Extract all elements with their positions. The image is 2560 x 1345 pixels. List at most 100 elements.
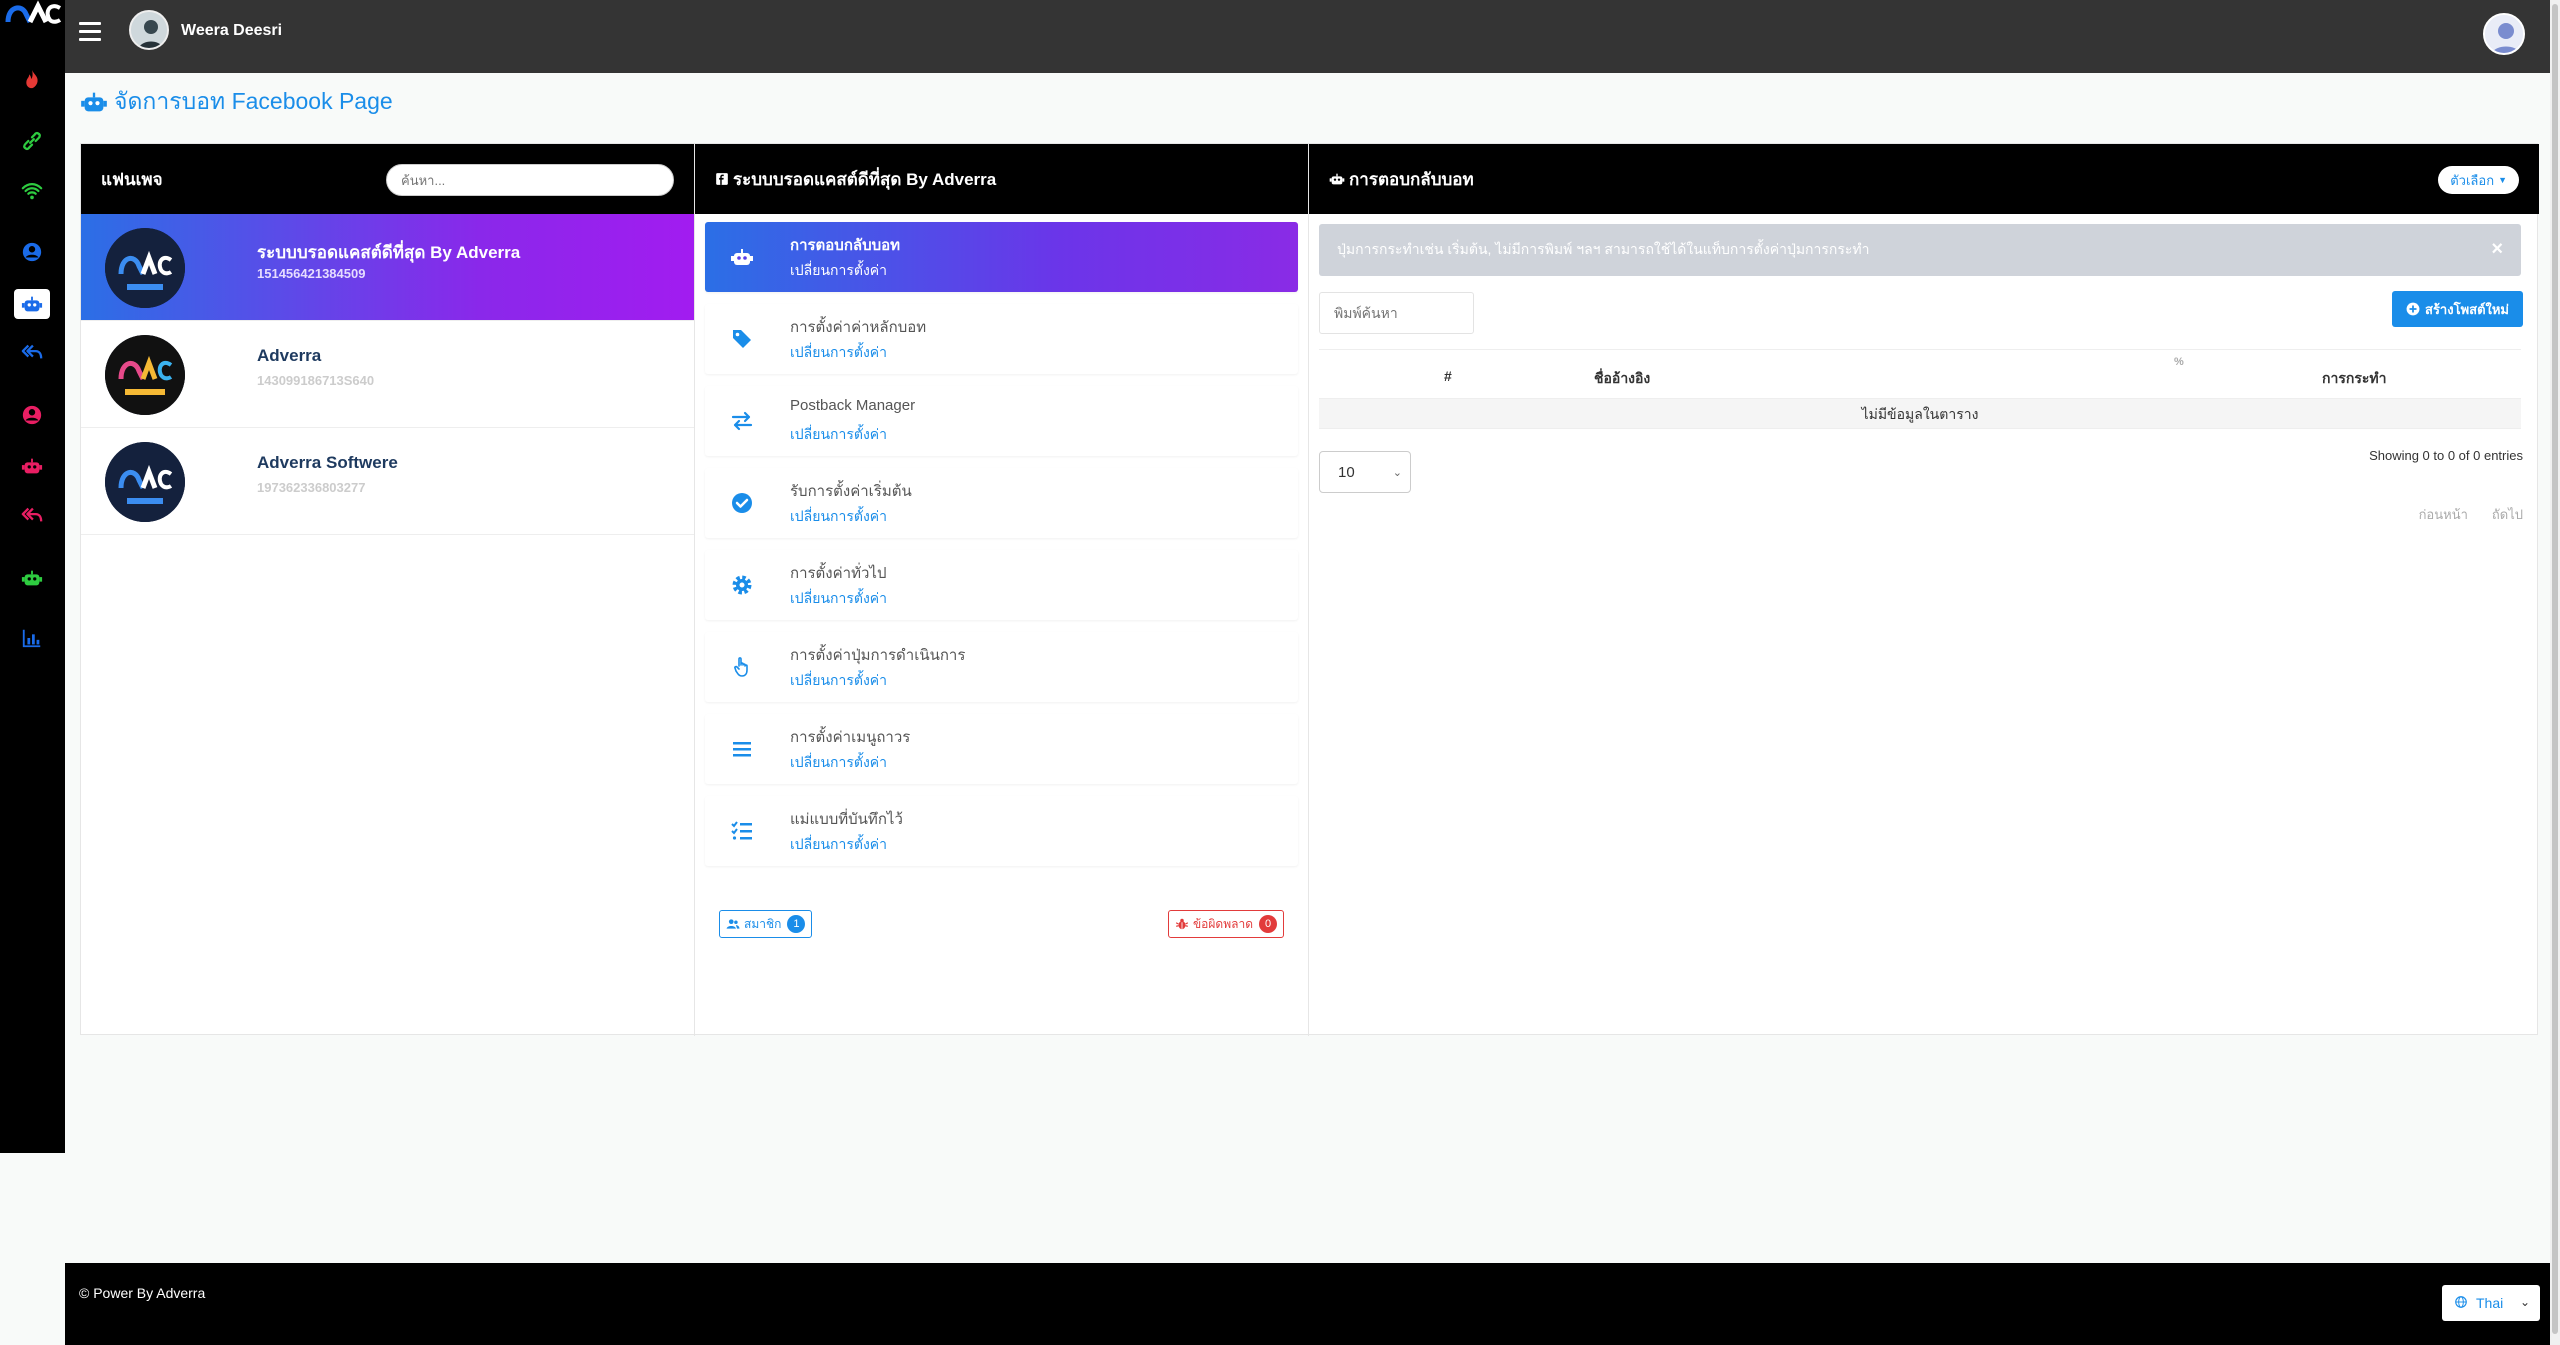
info-alert: ปุ่มการกระทำเช่น เริ่มต้น, ไม่มีการพิมพ์… [1319, 224, 2521, 276]
page-item[interactable]: Adverra Softwere 197362336803277 [81, 428, 694, 535]
table-header-cell[interactable]: ชื่ออ้างอิง [1594, 368, 1650, 390]
hand-pointer-icon [729, 654, 755, 680]
options-dropdown-button[interactable]: ตัวเลือก ▼ [2438, 166, 2519, 194]
table-header-cell[interactable]: # [1444, 368, 1452, 384]
members-button[interactable]: สมาชิก 1 [719, 910, 813, 938]
page-title-text: จัดการบอท Facebook Page [114, 88, 393, 114]
menu-item-default-settings[interactable]: รับการตั้งค่าเริ่มต้น เปลี่ยนการตั้งค่า [705, 468, 1298, 538]
close-icon[interactable]: × [2491, 238, 2503, 261]
menu-item-action-button-settings[interactable]: การตั้งค่าปุ่มการดำเนินการ เปลี่ยนการตั้… [705, 632, 1298, 702]
page-thumbnail [105, 228, 185, 308]
options-label: ตัวเลือก [2450, 172, 2495, 188]
wifi-icon[interactable] [14, 176, 50, 206]
robot-nav-icon[interactable] [14, 289, 50, 319]
avatar[interactable] [129, 10, 169, 50]
facebook-square-icon [716, 173, 728, 185]
menu-item-title: รับการตั้งค่าเริ่มต้น [790, 483, 912, 500]
menu-item-general-settings[interactable]: การตั้งค่าทั่วไป เปลี่ยนการตั้งค่า [705, 550, 1298, 620]
bot-menu-header: ระบบบรอดแคสต์ดีที่สุด By Adverra [695, 144, 1308, 214]
globe-icon [2454, 1295, 2468, 1312]
page-item[interactable]: Adverra 143099186713S640 [81, 321, 694, 428]
robot-red-icon[interactable] [14, 451, 50, 481]
scrollbar-thumb[interactable] [2552, 4, 2558, 1334]
page-name: ระบบบรอดแคสต์ดีที่สุด By Adverra [257, 243, 521, 262]
footer: © Power By Adverra Thai ⌄ [65, 1263, 2550, 1345]
page-id: 197362336803277 [257, 480, 366, 495]
robot-green-icon[interactable] [14, 563, 50, 593]
page-length-value: 10 [1338, 463, 1355, 481]
adverra-logo[interactable] [4, 0, 62, 26]
user-circle-icon[interactable] [14, 237, 50, 267]
table-empty-row: ไม่มีข้อมูลในตาราง [1319, 399, 2521, 429]
menu-item-title: การตั้งค่าค่าหลักบอท [790, 319, 927, 336]
chevron-down-icon: ⌄ [2519, 1295, 2530, 1309]
top-bar: Weera Deesri [65, 0, 2550, 73]
menu-item-link[interactable]: เปลี่ยนการตั้งค่า [790, 260, 887, 282]
bars-icon [729, 736, 755, 762]
create-new-button[interactable]: สร้างโพสต์ใหม่ [2392, 291, 2523, 327]
page-search-input[interactable] [386, 164, 674, 196]
alert-text: ปุ่มการกระทำเช่น เริ่มต้น, ไม่มีการพิมพ์… [1337, 241, 1870, 257]
page-id: 151456421384509 [257, 266, 366, 281]
next-page-button[interactable]: ถัดไป [2492, 504, 2523, 525]
page-title: จัดการบอท Facebook Page [80, 84, 393, 120]
bot-menu-column: ระบบบรอดแคสต์ดีที่สุด By Adverra การตอบก… [695, 144, 1309, 1036]
page-item[interactable]: ระบบบรอดแคสต์ดีที่สุด By Adverra 1514564… [81, 214, 694, 321]
empty-table-text: ไม่มีข้อมูลในตาราง [1861, 406, 1979, 422]
footer-text: © Power By Adverra [79, 1285, 206, 1301]
users-icon [726, 919, 740, 929]
menu-item-title: การตอบกลับบอท [790, 237, 901, 254]
menu-item-bot-reply[interactable]: การตอบกลับบอท เปลี่ยนการตั้งค่า [705, 222, 1298, 292]
link-icon[interactable] [14, 126, 50, 156]
menu-item-link[interactable]: เปลี่ยนการตั้งค่า [790, 588, 887, 610]
plus-circle-icon [2406, 302, 2420, 316]
menu-item-link[interactable]: เปลี่ยนการตั้งค่า [790, 752, 887, 774]
bar-chart-icon[interactable] [14, 623, 50, 653]
menu-item-link[interactable]: เปลี่ยนการตั้งค่า [790, 424, 887, 446]
pages-header-title: แฟนเพจ [101, 169, 163, 189]
check-circle-icon [729, 490, 755, 516]
page-thumbnail [105, 335, 185, 415]
bot-reply-header-title: การตอบกลับบอท [1349, 169, 1474, 189]
reply-search-input[interactable] [1319, 292, 1474, 334]
errors-button[interactable]: ข้อผิดพลาด 0 [1167, 910, 1284, 938]
menu-item-title: การตั้งค่าปุ่มการดำเนินการ [790, 647, 966, 664]
profile-icon[interactable] [2483, 13, 2525, 55]
replies-table: # ชื่ออ้างอิง % การกระทำ ไม่มีข้อมูลในตา… [1319, 349, 2521, 429]
menu-item-link[interactable]: เปลี่ยนการตั้งค่า [790, 342, 887, 364]
menu-item-title: Postback Manager [790, 397, 916, 414]
user-name[interactable]: Weera Deesri [181, 22, 282, 40]
previous-page-button[interactable]: ก่อนหน้า [2419, 504, 2468, 525]
page-name: Adverra [257, 346, 322, 365]
menu-item-link[interactable]: เปลี่ยนการตั้งค่า [790, 670, 887, 692]
reply-all-icon[interactable] [14, 337, 50, 367]
table-header-cell[interactable]: การกระทำ [2322, 368, 2386, 390]
menu-item-link[interactable]: เปลี่ยนการตั้งค่า [790, 834, 887, 856]
language-select[interactable]: Thai ⌄ [2442, 1285, 2540, 1321]
pages-header: แฟนเพจ [81, 144, 694, 214]
menu-item-title: แม่แบบที่บันทึกไว้ [790, 811, 903, 828]
menu-item-title: การตั้งค่าเมนูถาวร [790, 729, 911, 746]
user-circle-red-icon[interactable] [14, 400, 50, 430]
menu-item-postback-manager[interactable]: Postback Manager เปลี่ยนการตั้งค่า [705, 386, 1298, 456]
menu-item-link[interactable]: เปลี่ยนการตั้งค่า [790, 506, 887, 528]
errors-label: ข้อผิดพลาด [1192, 916, 1253, 931]
menu-item-bot-main-settings[interactable]: การตั้งค่าค่าหลักบอท เปลี่ยนการตั้งค่า [705, 304, 1298, 374]
robot-icon [1329, 173, 1345, 185]
bot-menu-header-title: ระบบบรอดแคสต์ดีที่สุด By Adverra [733, 169, 997, 189]
reply-all-red-icon[interactable] [14, 500, 50, 530]
create-new-label: สร้างโพสต์ใหม่ [2425, 301, 2509, 317]
pagination: ก่อนหน้า ถัดไป [2419, 504, 2523, 525]
fire-icon[interactable] [14, 64, 50, 94]
menu-item-saved-templates[interactable]: แม่แบบที่บันทึกไว้ เปลี่ยนการตั้งค่า [705, 796, 1298, 866]
caret-down-icon: ▼ [2498, 175, 2507, 185]
menu-item-persistent-menu[interactable]: การตั้งค่าเมนูถาวร เปลี่ยนการตั้งค่า [705, 714, 1298, 784]
members-count-badge: 1 [787, 915, 806, 933]
main-card: แฟนเพจ ระบบบรอดแคสต์ดีที่สุด By Adverra … [80, 143, 2539, 1036]
bot-reply-column: การตอบกลับบอท ตัวเลือก ▼ ปุ่มการกระทำเช่… [1309, 144, 2539, 1036]
page-scrollbar[interactable] [2550, 0, 2560, 1345]
errors-count-badge: 0 [1259, 915, 1277, 933]
page-thumbnail [105, 442, 185, 522]
page-length-select[interactable]: 10 ⌄ [1319, 451, 1411, 493]
hamburger-menu-icon[interactable] [79, 22, 101, 42]
